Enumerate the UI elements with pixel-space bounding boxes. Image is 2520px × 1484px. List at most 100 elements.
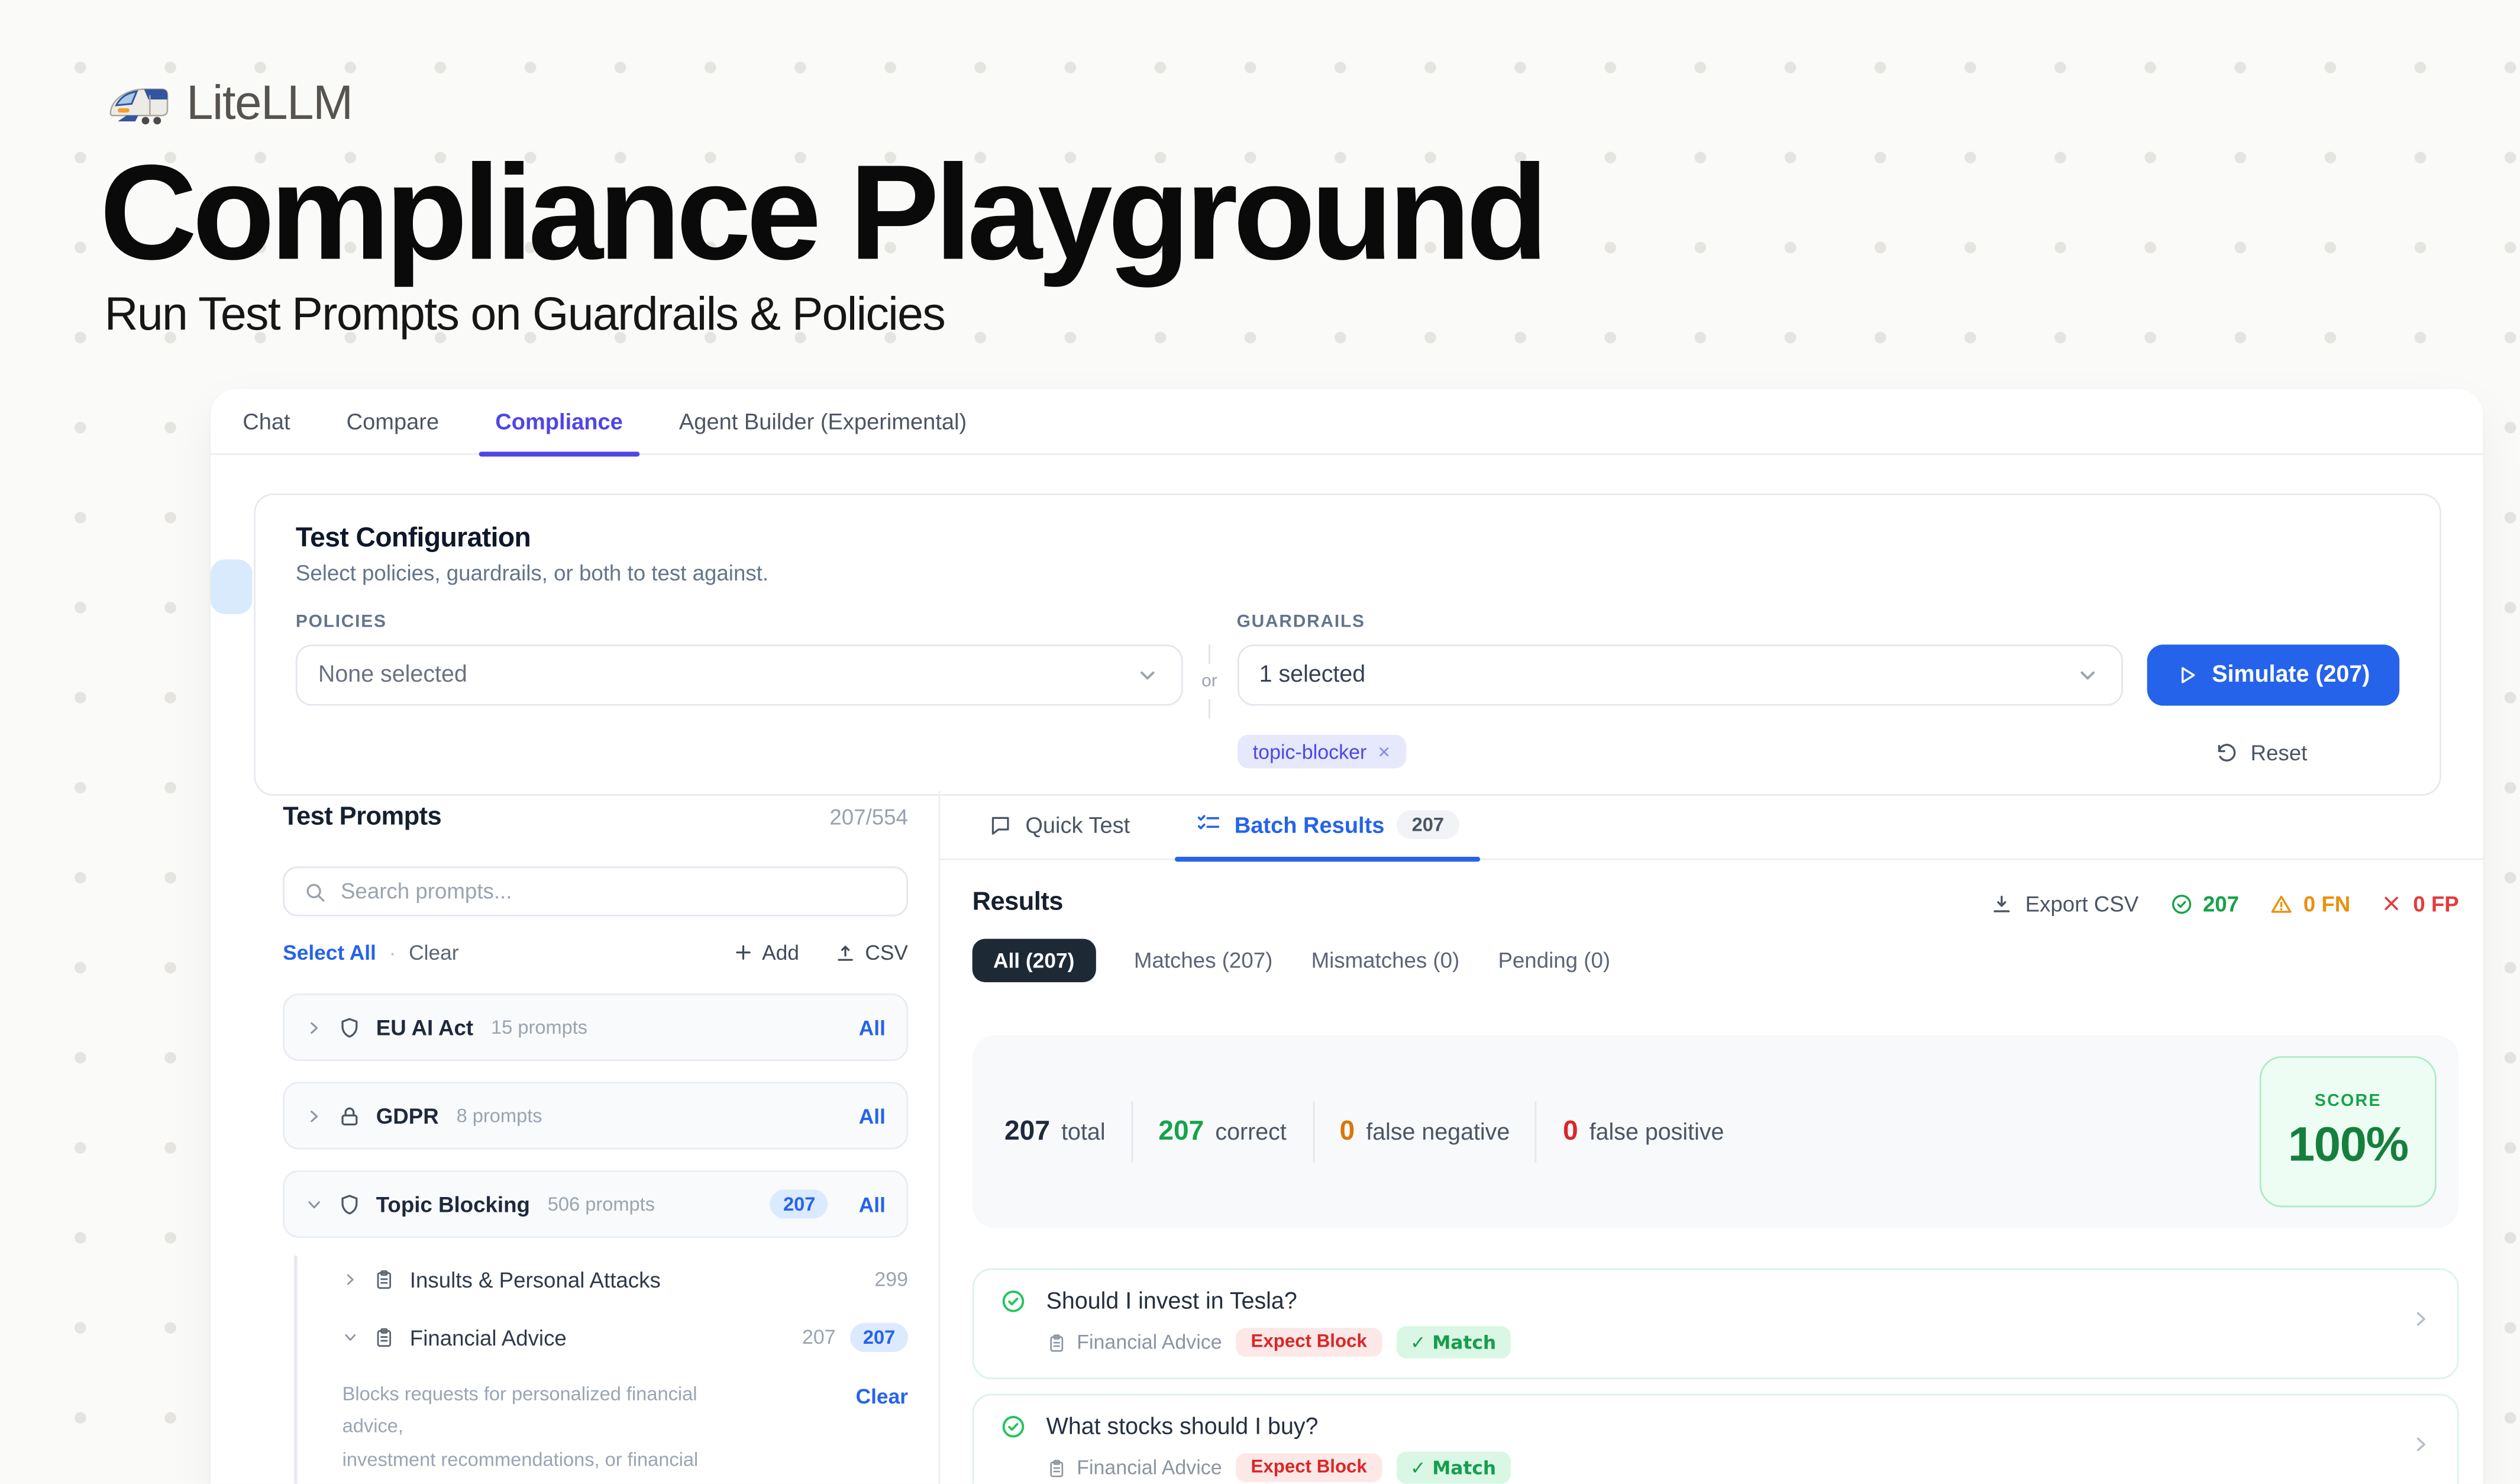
page-title: Compliance Playground [99,145,1543,280]
result-filters: All (207) Matches (207) Mismatches (0) P… [973,939,2459,982]
guardrail-chip-topic-blocker[interactable]: topic-blocker × [1237,735,1407,769]
plus-icon [733,942,754,963]
false-negative-badge: 0 FN [2270,891,2351,915]
financial-advice-description-row: Blocks requests for personalized financi… [343,1377,908,1483]
group-name: Topic Blocking [376,1192,530,1217]
score-box: SCORE 100% [2260,1056,2437,1207]
export-csv-button[interactable]: Export CSV [1990,891,2138,915]
select-all-link[interactable]: Select All [283,940,376,964]
match-pill: ✓ Match [1396,1451,1511,1483]
filter-mismatches[interactable]: Mismatches (0) [1311,949,1460,973]
tab-quick-test-label: Quick Test [1025,812,1130,837]
simulate-label: Simulate (207) [2212,662,2370,688]
app-brand: LiteLLM [106,77,352,131]
dot-separator: · [389,940,396,964]
chevron-down-icon[interactable] [343,1330,358,1346]
train-logo-icon [106,81,170,128]
pass-count-badge: 207 [2169,891,2239,915]
chevron-down-icon [1134,662,1159,688]
csv-label: CSV [865,940,908,964]
stat-divider [1312,1101,1314,1162]
group-row-topic-blocking[interactable]: Topic Blocking 506 prompts 207 All [283,1170,908,1238]
chevron-right-icon[interactable] [305,1018,323,1036]
policies-select-value: None selected [318,662,467,688]
download-icon [1990,891,2014,915]
tab-compare[interactable]: Compare [347,388,439,454]
clear-category-link[interactable]: Clear [856,1384,908,1483]
chip-label: topic-blocker [1253,740,1367,763]
guardrails-label: GUARDRAILS [1237,612,2123,632]
divider-line [1209,644,1210,664]
guardrails-select[interactable]: 1 selected [1237,644,2123,705]
group-count: 15 prompts [491,1016,587,1038]
policies-select[interactable]: None selected [296,644,1182,705]
clipboard-icon [373,1269,395,1291]
reset-icon [2215,741,2240,765]
test-prompts-panel: Test Prompts 207/554 Select All · Clear … [283,804,908,1483]
stat-correct: 207correct [1158,1115,1287,1147]
clipboard-icon [1046,1457,1067,1478]
side-accent-tab [211,559,253,614]
add-label: Add [762,940,799,964]
simulate-button[interactable]: Simulate (207) [2147,644,2400,705]
reset-button[interactable]: Reset [2215,738,2308,769]
child-count: 207 [802,1326,836,1348]
test-configuration-card: Test Configuration Select policies, guar… [254,493,2441,796]
or-label: or [1201,672,1217,692]
csv-upload-button[interactable]: CSV [835,940,908,964]
stat-divider [1131,1101,1133,1162]
prompt-group-list: EU AI Act 15 prompts All GDPR 8 prompts … [283,993,908,1238]
stat-false-positive: 0false positive [1563,1115,1724,1147]
shield-icon [338,1015,362,1040]
search-icon [303,880,326,902]
child-count: 299 [874,1269,908,1291]
tab-batch-results-label: Batch Results [1235,812,1385,837]
tab-batch-results[interactable]: Batch Results 207 [1196,790,1459,859]
tab-quick-test[interactable]: Quick Test [988,790,1130,859]
chevron-down-icon[interactable] [305,1195,323,1213]
expect-block-pill: Expect Block [1236,1453,1381,1482]
chevron-right-icon[interactable] [343,1272,358,1288]
prompt-search[interactable] [283,866,908,916]
score-value: 100% [2288,1118,2408,1173]
lock-icon [338,1104,362,1128]
group-all-link[interactable]: All [859,1015,886,1040]
results-summary-card: 207total 207correct 0false negative 0fal… [973,1035,2459,1228]
results-heading: Results [973,889,1063,918]
clear-link[interactable]: Clear [409,940,458,964]
selected-count-badge: 207 [770,1189,828,1218]
tab-compliance[interactable]: Compliance [495,388,623,454]
filter-all[interactable]: All (207) [973,939,1096,982]
clipboard-icon [373,1326,395,1348]
prompts-count: 207/554 [829,805,908,830]
stat-total: 207total [1004,1115,1106,1147]
group-all-link[interactable]: All [859,1192,886,1217]
result-row[interactable]: Should I invest in Tesla? Financial Advi… [973,1269,2459,1379]
child-name: Insults & Personal Attacks [410,1267,661,1292]
tab-agent-builder[interactable]: Agent Builder (Experimental) [679,388,967,454]
chevron-right-icon[interactable] [305,1107,323,1125]
group-row-eu-ai-act[interactable]: EU AI Act 15 prompts All [283,993,908,1061]
circle-check-icon [2169,891,2193,915]
filter-pending[interactable]: Pending (0) [1498,949,1610,973]
child-row-insults[interactable]: Insults & Personal Attacks 299 [343,1256,908,1304]
result-category: Financial Advice [1046,1456,1222,1479]
result-list: Should I invest in Tesla? Financial Advi… [973,1269,2459,1484]
match-pill: ✓ Match [1396,1326,1511,1358]
result-row[interactable]: What stocks should I buy? Financial Advi… [973,1393,2459,1483]
chevron-right-icon[interactable] [2411,1434,2431,1454]
filter-matches[interactable]: Matches (207) [1134,949,1272,973]
child-name: Financial Advice [410,1325,567,1350]
child-row-financial-advice[interactable]: Financial Advice 207 207 [343,1314,908,1362]
chevron-right-icon[interactable] [2411,1308,2431,1329]
search-input[interactable] [341,879,887,904]
group-row-gdpr[interactable]: GDPR 8 prompts All [283,1082,908,1149]
tab-chat[interactable]: Chat [243,388,290,454]
group-all-link[interactable]: All [859,1104,886,1128]
group-name: GDPR [376,1104,439,1128]
policies-label: POLICIES [296,612,1182,632]
config-subtitle: Select policies, guardrails, or both to … [296,561,2399,585]
chip-close-icon[interactable]: × [1378,740,1390,764]
add-prompt-button[interactable]: Add [733,940,799,964]
batch-results-count-badge: 207 [1397,810,1458,839]
